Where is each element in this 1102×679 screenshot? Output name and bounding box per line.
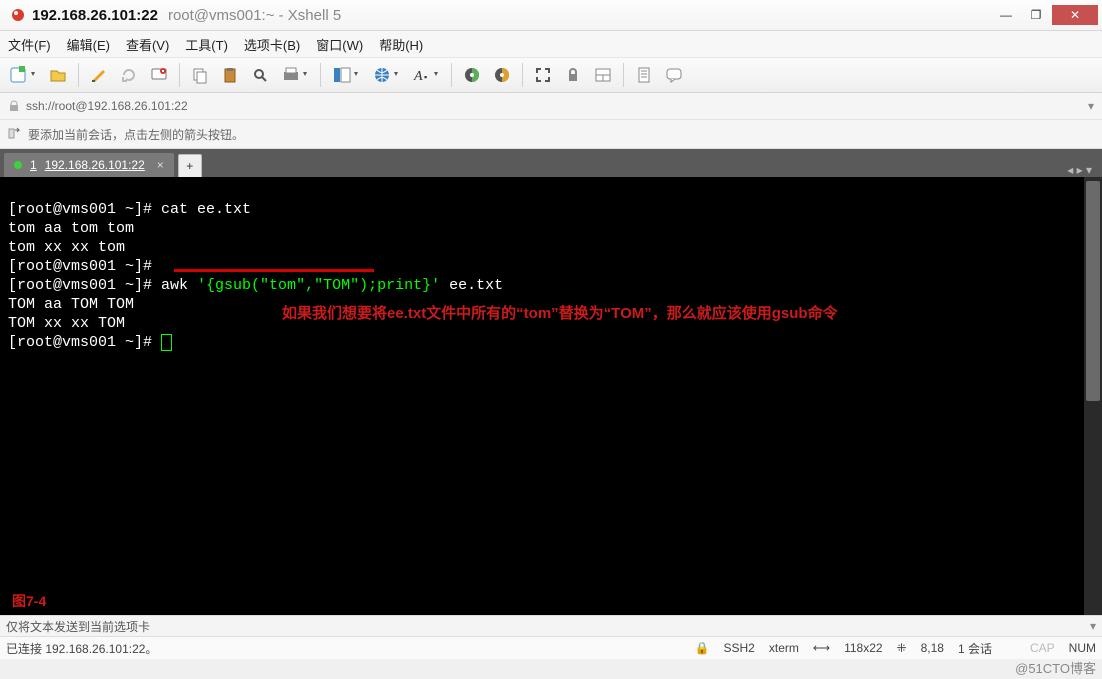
properties-icon[interactable] [329, 63, 363, 87]
prompt: [root@vms001 ~]# [8, 277, 161, 294]
title-sub: root@vms001:~ - Xshell 5 [168, 7, 341, 24]
cursor-icon [161, 334, 172, 351]
language-icon[interactable] [369, 63, 403, 87]
log-icon[interactable] [632, 63, 656, 87]
status-num: NUM [1069, 641, 1096, 655]
color-scheme-icon[interactable] [460, 63, 484, 87]
tab-label: 192.168.26.101:22 [45, 158, 145, 172]
tab-close-icon[interactable]: × [157, 158, 164, 172]
terminal[interactable]: [root@vms001 ~]# cat ee.txt tom aa tom t… [0, 177, 1102, 615]
address-dropdown-icon[interactable]: ▾ [1088, 99, 1094, 113]
menu-tabs[interactable]: 选项卡(B) [244, 35, 300, 54]
menu-window[interactable]: 窗口(W) [316, 35, 363, 54]
menu-file[interactable]: 文件(F) [8, 35, 51, 54]
titlebar: 192.168.26.101:22 root@vms001:~ - Xshell… [0, 0, 1102, 31]
compose-text: 仅将文本发送到当前选项卡 [6, 618, 150, 635]
status-size: 118x22 [844, 641, 882, 655]
sidebar-panel-icon[interactable] [591, 63, 615, 87]
status-lock-icon: 🔒 [695, 641, 710, 655]
tip-bar: 要添加当前会话，点击左侧的箭头按钮。 [0, 120, 1102, 149]
tip-text: 要添加当前会话，点击左侧的箭头按钮。 [28, 126, 244, 143]
status-size-icon: ⟷ [813, 641, 830, 655]
menu-tools[interactable]: 工具(T) [185, 35, 228, 54]
status-cursor-pos: 8,18 [921, 641, 944, 655]
svg-text:A: A [413, 69, 423, 84]
watermark: @51CTO博客 [1015, 658, 1096, 677]
tabstrip: 1 192.168.26.101:22 × + ◂ ▸ ▾ [0, 149, 1102, 177]
terminal-scrollbar[interactable] [1084, 177, 1102, 615]
status-dot-icon [14, 161, 22, 169]
toolbar: A▪ [0, 58, 1102, 93]
open-session-icon[interactable] [46, 63, 70, 87]
compose-bar: 仅将文本发送到当前选项卡 ▾ [0, 615, 1102, 636]
status-connection: 已连接 192.168.26.101:22。 [6, 640, 157, 657]
find-icon[interactable] [248, 63, 272, 87]
lock-small-icon [8, 100, 20, 112]
minimize-button[interactable]: — [992, 5, 1020, 25]
status-termtype: xterm [769, 641, 799, 655]
paste-icon[interactable] [218, 63, 242, 87]
output-line: tom aa tom tom [8, 220, 134, 237]
reconnect-icon[interactable] [117, 63, 141, 87]
cmd-cat: cat ee.txt [161, 201, 251, 218]
status-cap: CAP [1030, 641, 1055, 655]
fullscreen-icon[interactable] [531, 63, 555, 87]
menu-view[interactable]: 查看(V) [126, 35, 169, 54]
red-underline-annotation [174, 269, 374, 272]
annotation-text: 如果我们想要将ee.txt文件中所有的“tom”替换为“TOM”，那么就应该使用… [282, 301, 922, 327]
disconnect-icon[interactable] [147, 63, 171, 87]
help-balloon-icon[interactable] [662, 63, 686, 87]
address-url[interactable]: ssh://root@192.168.26.101:22 [26, 99, 1082, 113]
lock-icon[interactable] [561, 63, 585, 87]
font-icon[interactable]: A▪ [409, 63, 443, 87]
highlight-icon[interactable] [490, 63, 514, 87]
prompt: [root@vms001 ~]# [8, 334, 161, 351]
session-tab[interactable]: 1 192.168.26.101:22 × [4, 153, 174, 177]
output-line: tom xx xx tom [8, 239, 125, 256]
tab-num: 1 [30, 158, 37, 172]
tab-nav-arrows[interactable]: ◂ ▸ ▾ [1067, 163, 1098, 177]
status-sessions: 1 会话 [958, 640, 992, 657]
title-ip: 192.168.26.101:22 [32, 7, 158, 24]
compose-dropdown-icon[interactable]: ▾ [1090, 619, 1096, 633]
svg-text:▪: ▪ [424, 72, 427, 82]
menu-help[interactable]: 帮助(H) [379, 35, 423, 54]
address-bar: ssh://root@192.168.26.101:22 ▾ [0, 93, 1102, 120]
copy-icon[interactable] [188, 63, 212, 87]
menubar: 文件(F) 编辑(E) 查看(V) 工具(T) 选项卡(B) 窗口(W) 帮助(… [0, 31, 1102, 58]
status-protocol: SSH2 [724, 641, 755, 655]
cmd-awk-body: '{gsub("tom","TOM");print}' [197, 277, 440, 294]
app-logo-icon [10, 7, 26, 23]
prompt: [root@vms001 ~]# [8, 201, 161, 218]
edit-icon[interactable] [87, 63, 111, 87]
status-bar: 已连接 192.168.26.101:22。 🔒 SSH2 xterm ⟷ 11… [0, 636, 1102, 659]
new-session-icon[interactable] [6, 63, 40, 87]
status-pos-icon: ⁜ [897, 641, 907, 655]
close-button[interactable]: ✕ [1052, 5, 1098, 25]
maximize-button[interactable]: ❐ [1022, 5, 1050, 25]
prompt: [root@vms001 ~]# [8, 258, 152, 275]
tip-arrow-icon[interactable] [8, 127, 22, 141]
print-icon[interactable] [278, 63, 312, 87]
output-line: TOM aa TOM TOM [8, 296, 134, 313]
cmd-awk-file: ee.txt [440, 277, 503, 294]
menu-edit[interactable]: 编辑(E) [67, 35, 110, 54]
output-line: TOM xx xx TOM [8, 315, 125, 332]
cmd-awk: awk [161, 277, 197, 294]
figure-label: 图7-4 [12, 592, 46, 611]
tab-add-button[interactable]: + [178, 154, 202, 177]
scrollbar-thumb[interactable] [1086, 181, 1100, 401]
